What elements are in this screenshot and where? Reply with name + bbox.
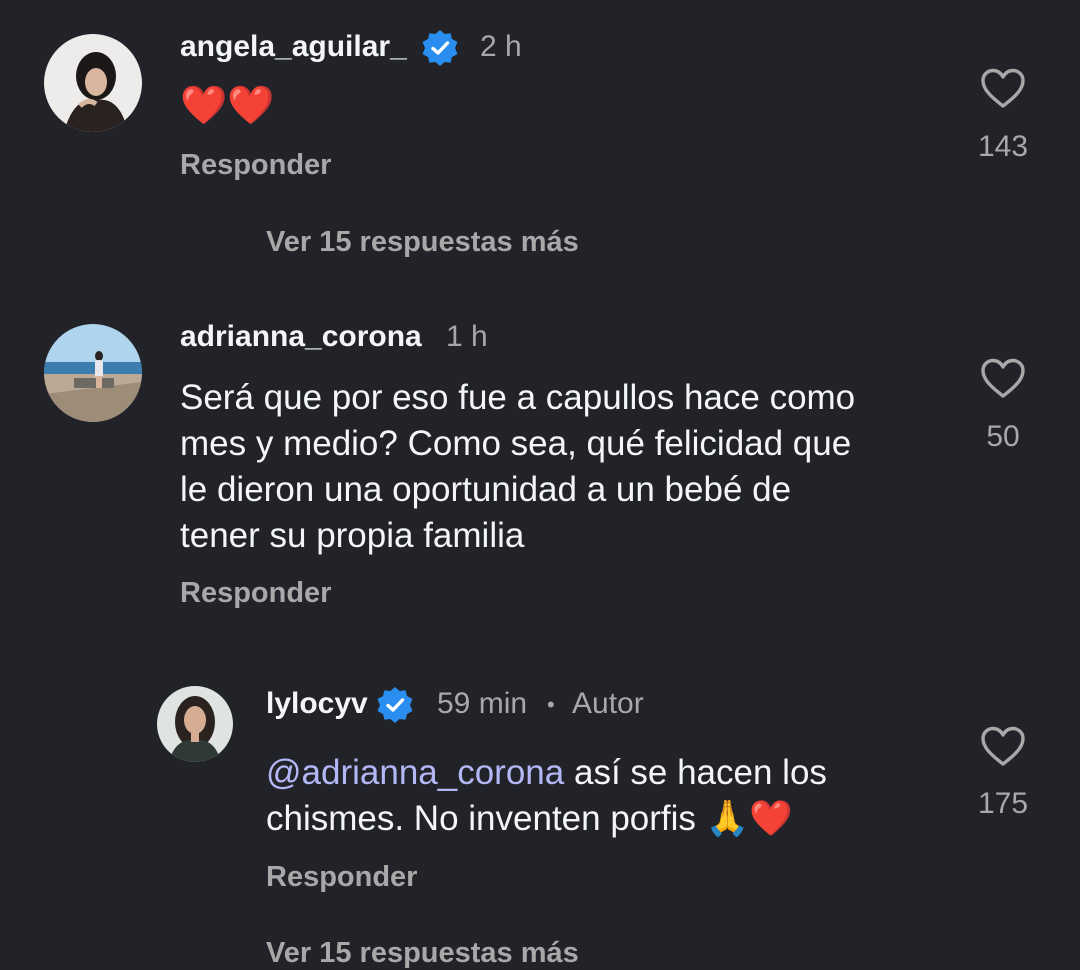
meta-separator: • [547,692,555,717]
comment-timestamp: 2 h [480,30,522,63]
heart-outline-icon[interactable] [980,358,1026,400]
heart-outline-icon[interactable] [980,726,1026,768]
comment-timestamp: 1 h [446,320,488,353]
comment-text: Será que por eso fue a capullos hace com… [180,375,950,559]
reply-timestamp: 59 min [437,687,528,720]
like-count: 175 [977,787,1029,820]
heart-outline-icon[interactable] [980,68,1026,110]
comment-username[interactable]: adrianna_corona [180,320,422,354]
reply-username[interactable]: lylocyv [266,687,368,721]
avatar-adrianna-corona[interactable] [44,324,142,422]
reply-text-segment: así se hacen los [564,753,827,792]
comment-text: ❤️❤️ [180,83,275,127]
like-count: 143 [977,130,1029,163]
mention-link[interactable]: @adrianna_corona [266,753,564,792]
author-tag: Autor [572,687,644,720]
avatar-lylocyv[interactable] [157,686,233,762]
view-more-replies-button[interactable]: Ver 15 respuestas más [266,226,579,259]
comment-username[interactable]: angela_aguilar_ [180,30,407,64]
view-more-replies-button[interactable]: Ver 15 respuestas más [266,937,579,970]
reply-button[interactable]: Responder [180,577,331,610]
comment-text-line: le dieron una oportunidad a un bebé de [180,470,792,509]
like-count: 50 [986,420,1020,453]
verified-badge-icon [421,29,459,67]
reply-button[interactable]: Responder [180,149,331,182]
reply-text-line: chismes. No inventen porfis 🙏❤️ [266,799,793,838]
comment-text-line: tener su propia familia [180,516,525,555]
reply-text: @adrianna_corona así se hacen los chisme… [266,750,946,842]
reply-button[interactable]: Responder [266,861,417,894]
avatar-angela-aguilar[interactable] [44,34,142,132]
comment-text-line: Será que por eso fue a capullos hace com… [180,378,856,417]
verified-badge-icon [376,686,414,724]
comment-text-line: mes y medio? Como sea, qué felicidad que [180,424,852,463]
